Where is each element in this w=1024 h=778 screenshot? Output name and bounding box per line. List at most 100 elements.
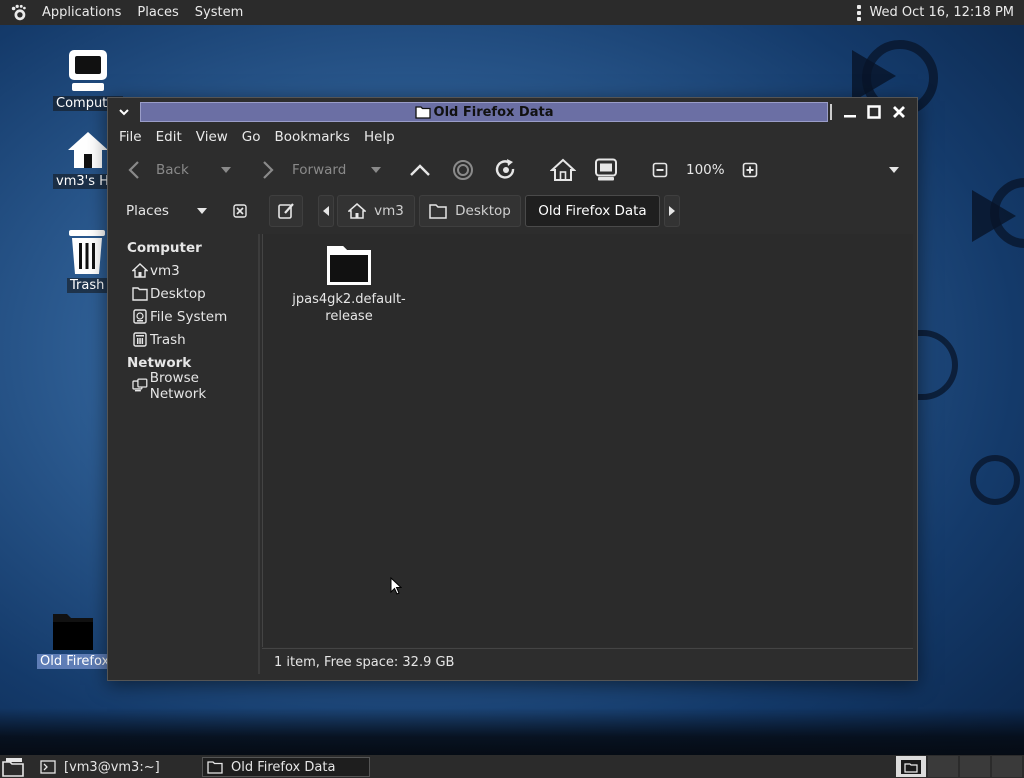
crumb-old-firefox-data[interactable]: Old Firefox Data: [525, 195, 660, 227]
up-button[interactable]: [408, 155, 432, 185]
pathbar-scroll-left[interactable]: [318, 195, 334, 227]
location-bar: Places vm3 Desktop Old Firefox Data: [112, 193, 913, 231]
menu-bookmarks[interactable]: Bookmarks: [268, 129, 357, 145]
titlebar[interactable]: Old Firefox Data: [108, 98, 917, 125]
mouse-cursor-icon: [390, 577, 402, 595]
toolbar: Back Forward 100%: [112, 153, 913, 187]
workspace-2[interactable]: [928, 756, 958, 777]
desktop-icon-label: Trash: [67, 278, 107, 293]
sidebar-item-browse-network[interactable]: Browse Network: [112, 370, 258, 402]
menu-edit[interactable]: Edit: [149, 129, 189, 145]
computer-icon: [69, 50, 107, 91]
trash-icon: [69, 230, 105, 274]
terminal-icon: [40, 760, 56, 774]
chevron-down-icon: [119, 109, 129, 116]
home-button[interactable]: [550, 155, 576, 185]
window-title-bar[interactable]: Old Firefox Data: [140, 102, 828, 122]
toolbar-overflow-button[interactable]: [888, 155, 900, 185]
forward-history-dropdown[interactable]: [370, 155, 382, 185]
close-icon: [233, 204, 247, 218]
file-name-line-2: release: [325, 309, 373, 324]
pathbar-scroll-right[interactable]: [664, 195, 680, 227]
workspace-switcher[interactable]: [896, 756, 926, 777]
home-icon: [132, 263, 148, 278]
task-terminal[interactable]: [vm3@vm3:~]: [36, 757, 198, 777]
crumb-desktop[interactable]: Desktop: [419, 195, 521, 227]
zoom-out-icon: [652, 162, 668, 178]
close-sidebar-button[interactable]: [233, 204, 247, 222]
sidebar-item-desktop[interactable]: Desktop: [112, 282, 258, 305]
maximize-icon: [867, 105, 881, 119]
triangle-down-icon: [889, 167, 899, 173]
sidebar-item-file-system[interactable]: File System: [112, 305, 258, 328]
triangle-down-icon: [371, 167, 381, 173]
zoom-level-value: 100%: [686, 162, 725, 178]
show-desktop-button[interactable]: [2, 757, 24, 778]
zoom-in-icon: [742, 162, 758, 178]
panel-handle-icon[interactable]: [857, 4, 862, 21]
network-icon: [132, 378, 148, 392]
menu-file[interactable]: File: [112, 129, 149, 145]
zoom-level[interactable]: 100%: [686, 155, 725, 185]
maximize-button[interactable]: [864, 102, 884, 122]
file-item-folder[interactable]: jpas4gk2.default- release: [289, 242, 409, 325]
chevron-left-icon: [128, 161, 139, 179]
places-sidebar: Computer vm3 Desktop File System Trash N…: [112, 234, 260, 674]
home-icon: [68, 132, 108, 168]
sidebar-item-label: vm3: [150, 262, 180, 279]
window-menu-button[interactable]: [114, 102, 134, 122]
stop-button[interactable]: [452, 155, 474, 185]
folder-icon: [132, 287, 148, 301]
sidebar-item-label: Trash: [150, 331, 186, 348]
forward-button[interactable]: Forward: [260, 155, 346, 185]
sidebar-item-trash[interactable]: Trash: [112, 328, 258, 351]
task-label: Old Firefox Data: [231, 759, 336, 775]
folder-icon: [327, 246, 371, 285]
task-file-manager[interactable]: Old Firefox Data: [202, 757, 370, 777]
file-name-line-1: jpas4gk2.default-: [292, 292, 406, 307]
show-desktop-icon: [2, 758, 24, 777]
sidebar-selector-label: Places: [126, 203, 169, 219]
menu-help[interactable]: Help: [357, 129, 402, 145]
sidebar-item-label: File System: [150, 308, 228, 325]
workspace-4[interactable]: [992, 756, 1022, 777]
back-history-dropdown[interactable]: [220, 155, 232, 185]
crumb-vm3[interactable]: vm3: [337, 195, 415, 227]
status-bar: 1 item, Free space: 32.9 GB: [262, 648, 913, 676]
zoom-in-button[interactable]: [742, 155, 758, 185]
places-menu[interactable]: Places: [129, 0, 186, 25]
file-name: jpas4gk2.default- release: [289, 291, 409, 325]
applications-menu[interactable]: Applications: [34, 0, 129, 25]
menu-view[interactable]: View: [189, 129, 235, 145]
gnome-foot-icon[interactable]: [10, 4, 28, 22]
zoom-out-button[interactable]: [652, 155, 668, 185]
toggle-location-entry-button[interactable]: [269, 195, 303, 227]
close-button[interactable]: [889, 102, 909, 122]
trash-icon: [133, 332, 147, 347]
reload-button[interactable]: [494, 155, 518, 185]
triangle-right-icon: [669, 206, 675, 216]
status-text: 1 item, Free space: 32.9 GB: [274, 655, 455, 670]
workspace-3[interactable]: [960, 756, 990, 777]
crumb-label: Desktop: [455, 203, 511, 219]
minimize-button[interactable]: [840, 102, 860, 122]
clock[interactable]: Wed Oct 16, 12:18 PM: [869, 5, 1014, 20]
sidebar-item-vm3[interactable]: vm3: [112, 259, 258, 282]
computer-icon: [595, 158, 617, 181]
file-manager-window: Old Firefox Data File Edit View Go Bookm…: [107, 97, 918, 681]
menubar: File Edit View Go Bookmarks Help: [112, 125, 402, 149]
task-label: [vm3@vm3:~]: [64, 759, 160, 775]
computer-button[interactable]: [594, 155, 618, 185]
system-menu[interactable]: System: [187, 0, 251, 25]
back-button[interactable]: Back: [126, 155, 189, 185]
folder-icon: [207, 761, 223, 774]
desktop-icon-label: Old Firefox Data: [37, 654, 109, 669]
file-view[interactable]: jpas4gk2.default- release: [262, 234, 913, 647]
title-separator: [830, 104, 832, 120]
reload-icon: [495, 159, 515, 179]
menu-go[interactable]: Go: [235, 129, 268, 145]
folder-icon: [429, 204, 447, 219]
close-icon: [893, 106, 905, 118]
desktop-icon-old-firefox-data[interactable]: Old Firefox Data: [36, 610, 110, 669]
back-label: Back: [156, 162, 189, 178]
